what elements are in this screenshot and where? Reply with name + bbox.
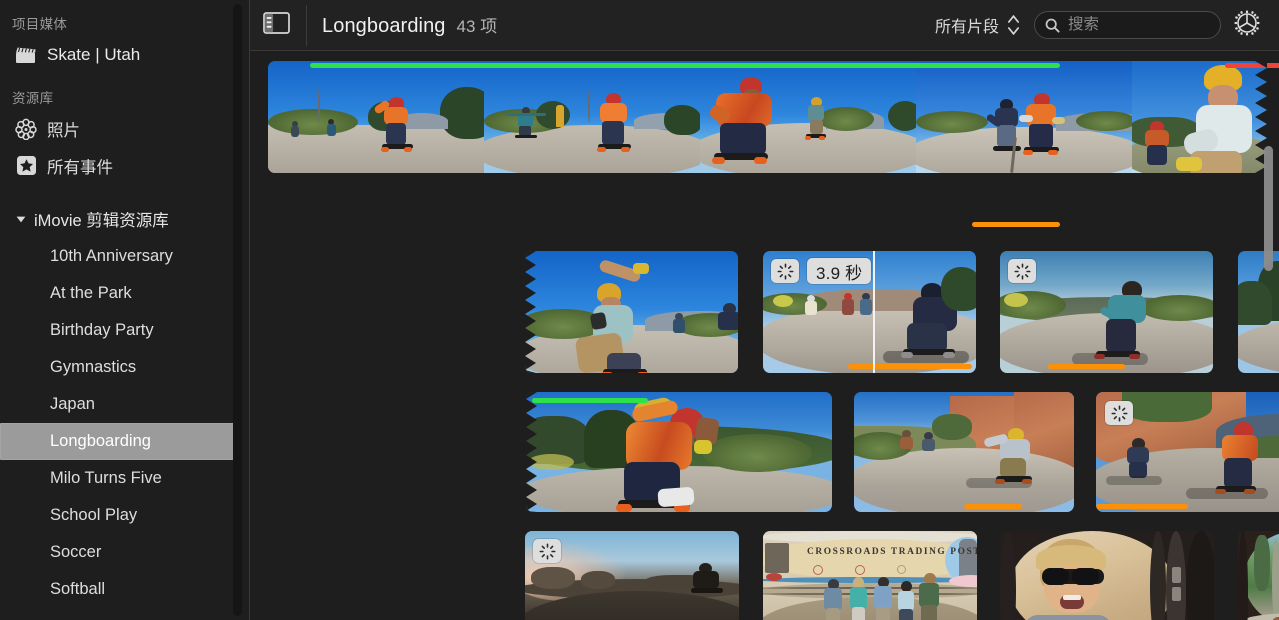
- browser-scrollbar-thumb[interactable]: [1264, 146, 1273, 271]
- sidebar: 项目媒体 Skate | Utah 资源库 照片 所有事件 iMovie 剪辑资…: [0, 0, 250, 620]
- sidebar-all-events-label: 所有事件: [47, 158, 113, 177]
- selection-bar-red: [1225, 63, 1279, 68]
- clip-skater-pair-downhill[interactable]: [916, 61, 1132, 173]
- spinner-icon: [777, 263, 793, 279]
- sidebar-item-school-play[interactable]: School Play: [0, 497, 250, 534]
- favorite-bar: [972, 222, 1060, 227]
- selection-bar-green: [532, 398, 648, 403]
- clip-skater-girl-valley-view[interactable]: [1000, 251, 1213, 373]
- sidebar-library-label: iMovie 剪辑资源库: [34, 212, 169, 230]
- favorite-bar: [1048, 364, 1125, 369]
- sidebar-item-at-the-park[interactable]: At the Park: [0, 275, 250, 312]
- sidebar-item-label: 10th Anniversary: [50, 247, 173, 265]
- main-area: Longboarding 43 项 所有片段 搜索 3.9 秒 CROSSROA…: [250, 0, 1279, 620]
- search-icon: [1045, 18, 1060, 33]
- sidebar-item-gymnastics[interactable]: Gymnastics: [0, 349, 250, 386]
- sidebar-item-label: Japan: [50, 395, 95, 413]
- analyzing-spinner-badge: [1008, 259, 1036, 283]
- sidebar-section-project-media: 项目媒体: [12, 17, 68, 32]
- sidebar-project-label: Skate | Utah: [47, 44, 141, 64]
- clip-van-passenger-sunglasses[interactable]: [1238, 531, 1279, 620]
- toolbar-right-group: 所有片段: [935, 0, 1279, 51]
- favorite-bar: [848, 364, 972, 369]
- analyzing-spinner-badge: [1105, 401, 1133, 425]
- photos-flower-icon: [12, 118, 40, 140]
- clip-sunset-road-silhouette[interactable]: [525, 531, 739, 620]
- clip-skater-red-rock-pair[interactable]: [1096, 392, 1279, 512]
- sidebar-toggle-button[interactable]: [250, 0, 302, 51]
- browser-toolbar: Longboarding 43 项 所有片段: [250, 0, 1279, 51]
- clip-skater-red-rock-canyon[interactable]: [854, 392, 1074, 512]
- sidebar-item-softball[interactable]: Softball: [0, 571, 250, 608]
- sidebar-library-header[interactable]: iMovie 剪辑资源库: [0, 200, 250, 238]
- sidebar-item-label: Gymnastics: [50, 358, 137, 376]
- clip-skater-orange-plaid-crouch[interactable]: [526, 392, 832, 512]
- sidebar-scrollbar[interactable]: [233, 4, 242, 616]
- clapperboard-icon: [12, 46, 40, 64]
- filmstrip-torn-edge-left: [525, 251, 536, 373]
- toolbar-separator: [306, 5, 307, 46]
- sidebar-item-japan[interactable]: Japan: [0, 386, 250, 423]
- browser-header: Longboarding 43 项: [322, 12, 497, 38]
- clip-skater-yellow-helmet-closeup[interactable]: [1132, 61, 1267, 173]
- filmstrip-torn-edge-left: [526, 392, 537, 512]
- sidebar-item-label: At the Park: [50, 284, 132, 302]
- sidebar-item-photos[interactable]: 照片: [0, 110, 250, 147]
- chevron-down-icon[interactable]: [12, 213, 30, 225]
- clip-van-passenger-laughing[interactable]: [1000, 531, 1214, 620]
- media-browser[interactable]: 3.9 秒 CROSSROADS TRADING POST: [250, 51, 1279, 620]
- spinner-icon: [539, 543, 555, 559]
- sidebar-item-all-events[interactable]: 所有事件: [0, 147, 250, 184]
- analyzing-spinner-badge: [533, 539, 561, 563]
- spinner-icon: [1014, 263, 1030, 279]
- clip-skater-red-helmet-hill[interactable]: [1238, 251, 1279, 373]
- search-input[interactable]: [1068, 16, 1210, 34]
- sidebar-item-project-skate-utah[interactable]: Skate | Utah: [0, 36, 250, 73]
- clip-skater-teal-shirt-reaching[interactable]: [525, 251, 738, 373]
- page-title: Longboarding: [322, 15, 446, 37]
- spinner-icon: [1111, 405, 1127, 421]
- favorite-bar: [1096, 504, 1188, 509]
- sidebar-item-10th-anniversary[interactable]: 10th Anniversary: [0, 238, 250, 275]
- sidebar-item-label: Milo Turns Five: [50, 469, 162, 487]
- sidebar-item-soccer[interactable]: Soccer: [0, 534, 250, 571]
- sidebar-panel-icon: [262, 11, 290, 39]
- clip-skater-orange-crouch[interactable]: [268, 61, 484, 173]
- sidebar-item-label: School Play: [50, 506, 138, 524]
- favorite-bar: [964, 504, 1022, 509]
- clip-crossroads-trading-post-group[interactable]: CROSSROADS TRADING POST: [763, 531, 977, 620]
- clip-filter-label[interactable]: 所有片段: [935, 13, 999, 37]
- sidebar-item-label: Soccer: [50, 543, 102, 561]
- star-box-icon: [12, 155, 40, 176]
- settings-button[interactable]: [1225, 0, 1269, 51]
- clip-skater-two-riders-road[interactable]: [484, 61, 700, 173]
- sidebar-item-milo-turns-five[interactable]: Milo Turns Five: [0, 460, 250, 497]
- stepper-up-down-icon[interactable]: [1007, 12, 1020, 38]
- clip-skater-orange-shirt-front[interactable]: [700, 61, 916, 173]
- sidebar-item-longboarding[interactable]: Longboarding: [0, 423, 235, 460]
- playhead[interactable]: [873, 251, 875, 373]
- sidebar-item-birthday-party[interactable]: Birthday Party: [0, 312, 250, 349]
- imovie-window: 项目媒体 Skate | Utah 资源库 照片 所有事件 iMovie 剪辑资…: [0, 0, 1279, 620]
- sidebar-item-label: Birthday Party: [50, 321, 154, 339]
- sidebar-photos-label: 照片: [47, 121, 80, 140]
- analyzing-spinner-badge: [771, 259, 799, 283]
- clip-duration-badge: 3.9 秒: [807, 258, 872, 284]
- sign-text: CROSSROADS TRADING POST: [807, 547, 977, 557]
- sidebar-section-libraries: 资源库: [12, 91, 54, 106]
- search-field-container[interactable]: [1034, 11, 1221, 39]
- sidebar-item-label: Softball: [50, 580, 106, 598]
- gear-icon: [1233, 9, 1261, 42]
- item-count: 43 项: [456, 17, 498, 36]
- selection-bar-green: [310, 63, 1060, 68]
- clip-skater-dark-shirt-carve[interactable]: 3.9 秒: [763, 251, 976, 373]
- sidebar-item-label: Longboarding: [50, 432, 151, 450]
